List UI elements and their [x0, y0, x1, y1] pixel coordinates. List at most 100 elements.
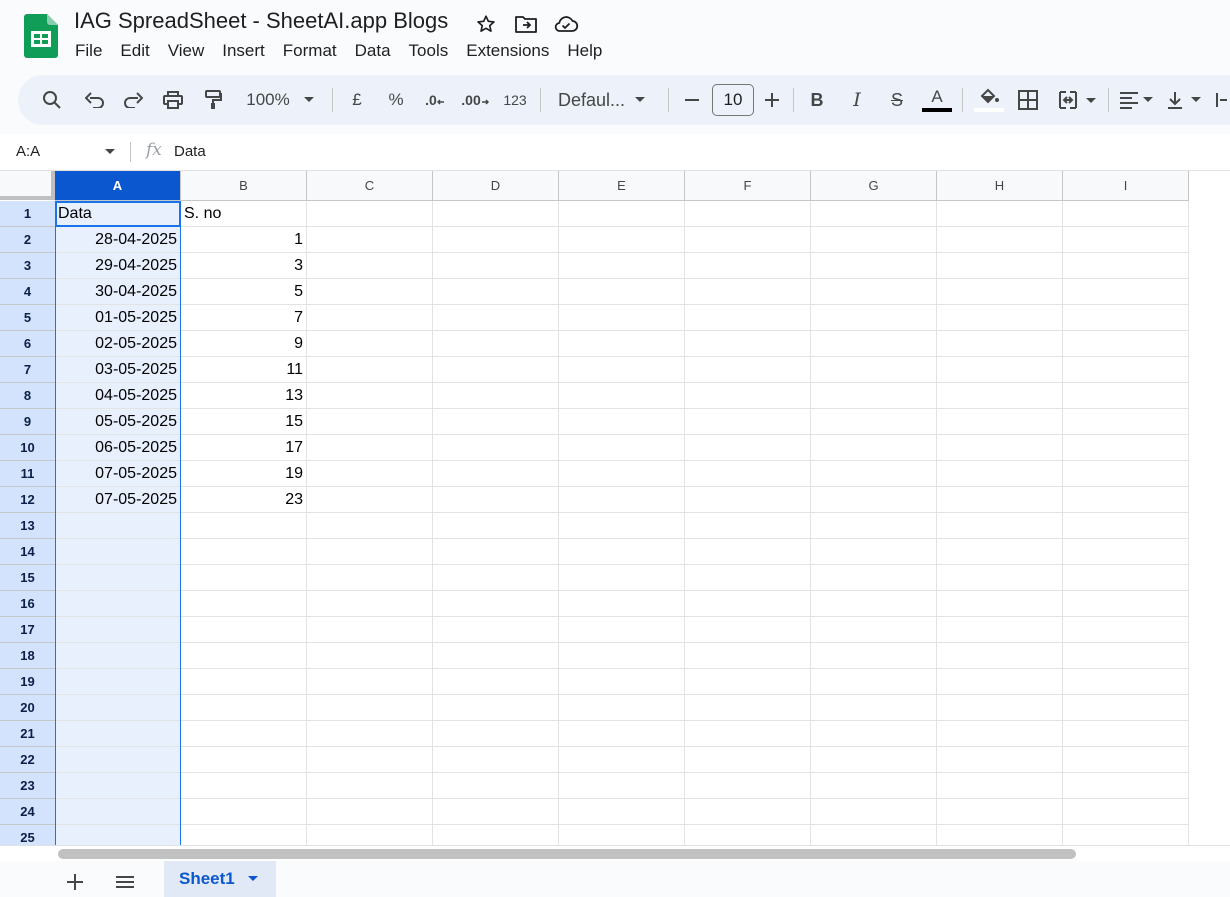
- cell-f8[interactable]: [685, 383, 811, 409]
- cell-g10[interactable]: [811, 435, 937, 461]
- cell-e18[interactable]: [559, 643, 685, 669]
- cell-c2[interactable]: [307, 227, 433, 253]
- cell-f25[interactable]: [685, 825, 811, 845]
- cell-c15[interactable]: [307, 565, 433, 591]
- cell-c10[interactable]: [307, 435, 433, 461]
- cell-g17[interactable]: [811, 617, 937, 643]
- cell-f12[interactable]: [685, 487, 811, 513]
- cell-g20[interactable]: [811, 695, 937, 721]
- cell-c6[interactable]: [307, 331, 433, 357]
- cell-h16[interactable]: [937, 591, 1063, 617]
- cell-e7[interactable]: [559, 357, 685, 383]
- row-header-12[interactable]: 12: [0, 487, 56, 513]
- cell-i25[interactable]: [1063, 825, 1189, 845]
- cell-e17[interactable]: [559, 617, 685, 643]
- cell-a7[interactable]: 03-05-2025: [55, 357, 181, 383]
- menu-edit[interactable]: Edit: [111, 38, 158, 64]
- cell-d21[interactable]: [433, 721, 559, 747]
- cell-a25[interactable]: [55, 825, 181, 845]
- cell-b9[interactable]: 15: [181, 409, 307, 435]
- cell-f19[interactable]: [685, 669, 811, 695]
- row-header-20[interactable]: 20: [0, 695, 56, 721]
- cell-g6[interactable]: [811, 331, 937, 357]
- cell-i7[interactable]: [1063, 357, 1189, 383]
- cell-c20[interactable]: [307, 695, 433, 721]
- cell-b8[interactable]: 13: [181, 383, 307, 409]
- cell-c23[interactable]: [307, 773, 433, 799]
- cell-g15[interactable]: [811, 565, 937, 591]
- cell-g12[interactable]: [811, 487, 937, 513]
- cell-f2[interactable]: [685, 227, 811, 253]
- menu-format[interactable]: Format: [274, 38, 346, 64]
- cell-d25[interactable]: [433, 825, 559, 845]
- cell-f6[interactable]: [685, 331, 811, 357]
- cell-d5[interactable]: [433, 305, 559, 331]
- cell-c8[interactable]: [307, 383, 433, 409]
- cell-h9[interactable]: [937, 409, 1063, 435]
- redo-icon[interactable]: [118, 75, 148, 125]
- row-header-6[interactable]: 6: [0, 331, 56, 357]
- cell-a2[interactable]: 28-04-2025: [55, 227, 181, 253]
- cell-c9[interactable]: [307, 409, 433, 435]
- chevron-down-icon[interactable]: [104, 148, 116, 156]
- cell-f23[interactable]: [685, 773, 811, 799]
- cell-i4[interactable]: [1063, 279, 1189, 305]
- decrease-decimal-button[interactable]: .0: [420, 75, 450, 125]
- cell-a5[interactable]: 01-05-2025: [55, 305, 181, 331]
- cell-i22[interactable]: [1063, 747, 1189, 773]
- cell-h14[interactable]: [937, 539, 1063, 565]
- cell-h15[interactable]: [937, 565, 1063, 591]
- cell-e11[interactable]: [559, 461, 685, 487]
- cell-h8[interactable]: [937, 383, 1063, 409]
- cell-d19[interactable]: [433, 669, 559, 695]
- row-header-13[interactable]: 13: [0, 513, 56, 539]
- column-header-b[interactable]: B: [181, 171, 307, 201]
- cell-c24[interactable]: [307, 799, 433, 825]
- cell-h21[interactable]: [937, 721, 1063, 747]
- cell-d9[interactable]: [433, 409, 559, 435]
- cell-e20[interactable]: [559, 695, 685, 721]
- row-header-21[interactable]: 21: [0, 721, 56, 747]
- cell-i23[interactable]: [1063, 773, 1189, 799]
- cell-e2[interactable]: [559, 227, 685, 253]
- row-header-5[interactable]: 5: [0, 305, 56, 331]
- cell-e24[interactable]: [559, 799, 685, 825]
- cell-h19[interactable]: [937, 669, 1063, 695]
- cell-a24[interactable]: [55, 799, 181, 825]
- increase-decimal-button[interactable]: .00: [458, 75, 492, 125]
- cell-f16[interactable]: [685, 591, 811, 617]
- cell-g23[interactable]: [811, 773, 937, 799]
- cell-f21[interactable]: [685, 721, 811, 747]
- cell-b24[interactable]: [181, 799, 307, 825]
- cell-i9[interactable]: [1063, 409, 1189, 435]
- horizontal-scrollbar[interactable]: [0, 845, 1230, 861]
- cell-a22[interactable]: [55, 747, 181, 773]
- row-header-18[interactable]: 18: [0, 643, 56, 669]
- cell-d6[interactable]: [433, 331, 559, 357]
- column-header-c[interactable]: C: [307, 171, 433, 201]
- column-header-i[interactable]: I: [1063, 171, 1189, 201]
- cell-f10[interactable]: [685, 435, 811, 461]
- cell-f3[interactable]: [685, 253, 811, 279]
- cell-e13[interactable]: [559, 513, 685, 539]
- cell-h11[interactable]: [937, 461, 1063, 487]
- row-header-19[interactable]: 19: [0, 669, 56, 695]
- cell-c1[interactable]: [307, 201, 433, 227]
- menu-insert[interactable]: Insert: [213, 38, 274, 64]
- cell-b15[interactable]: [181, 565, 307, 591]
- formula-input[interactable]: Data: [174, 143, 206, 160]
- cell-a18[interactable]: [55, 643, 181, 669]
- cell-g22[interactable]: [811, 747, 937, 773]
- cell-e6[interactable]: [559, 331, 685, 357]
- add-sheet-icon[interactable]: [62, 869, 88, 895]
- cell-g11[interactable]: [811, 461, 937, 487]
- cell-d14[interactable]: [433, 539, 559, 565]
- cell-h1[interactable]: [937, 201, 1063, 227]
- cell-i2[interactable]: [1063, 227, 1189, 253]
- cell-h13[interactable]: [937, 513, 1063, 539]
- cell-b11[interactable]: 19: [181, 461, 307, 487]
- cell-a17[interactable]: [55, 617, 181, 643]
- cell-c21[interactable]: [307, 721, 433, 747]
- cell-d17[interactable]: [433, 617, 559, 643]
- cell-b17[interactable]: [181, 617, 307, 643]
